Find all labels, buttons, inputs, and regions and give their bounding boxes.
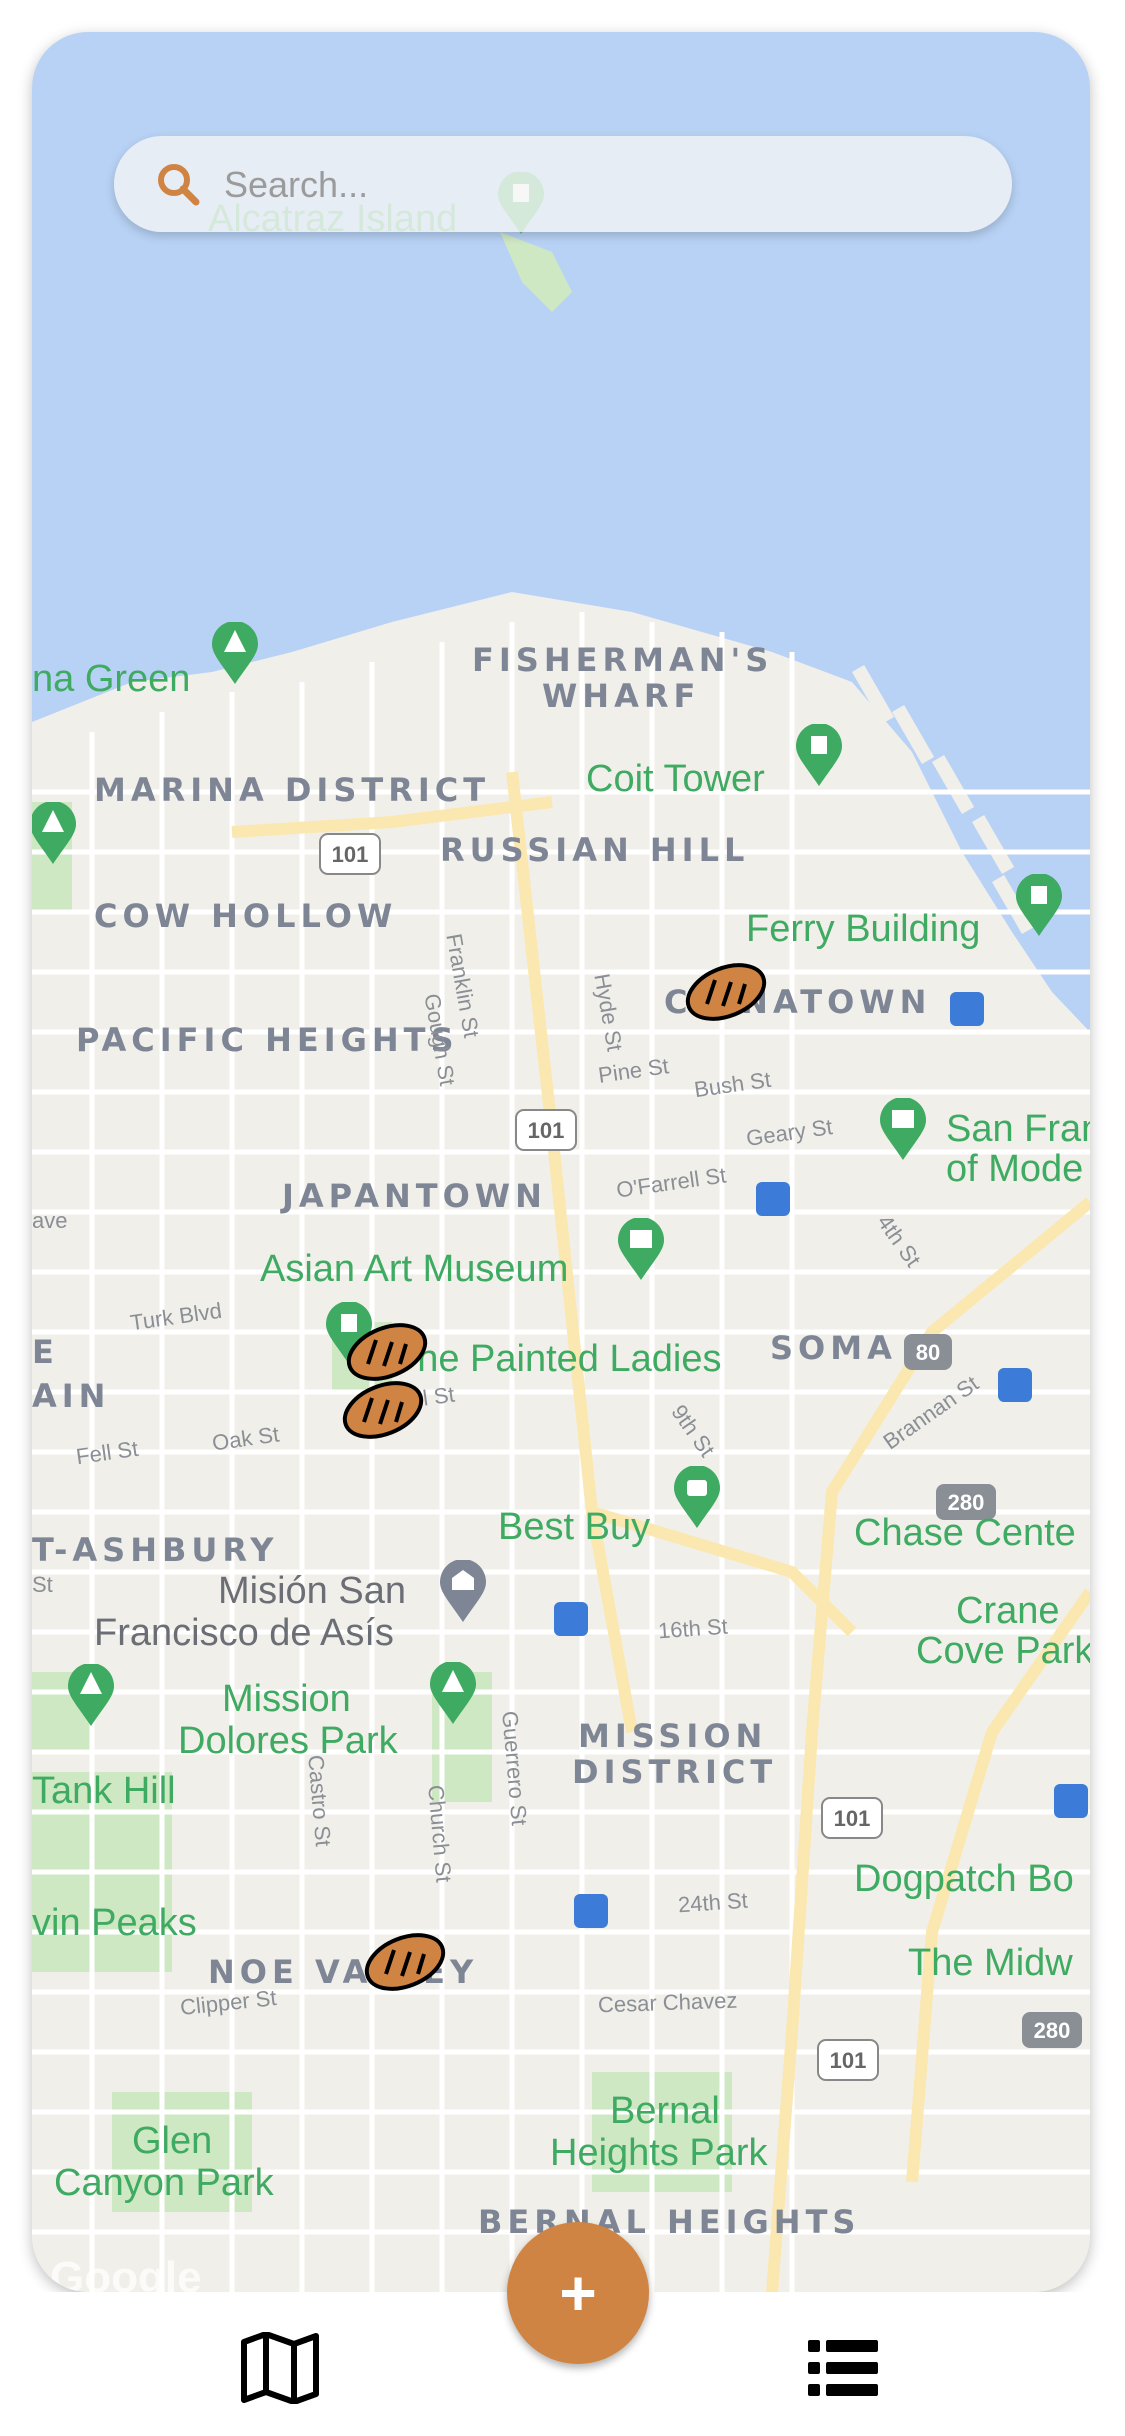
poi-label-sfmoma-1[interactable]: San Fran [946,1110,1090,1148]
district-label-soma: SOMA [770,1329,897,1367]
poi-label-best-buy[interactable]: Best Buy [498,1508,650,1546]
bakery-marker-icon[interactable] [362,1932,448,1992]
tank-hill-tree-icon[interactable] [66,1664,116,1728]
district-label-mission-2: DISTRICT [572,1753,778,1791]
poi-label-painted-ladies[interactable]: The Painted Ladies [394,1340,721,1378]
poi-label-twin-peaks[interactable]: vin Peaks [32,1904,197,1942]
coit-tower-pin-icon[interactable] [794,724,844,788]
poi-label-mission-dolores-2[interactable]: Dolores Park [178,1722,398,1760]
transit-icon-market[interactable] [756,1182,790,1216]
map-view[interactable]: 101 101 101 101 80 280 280 FISHERMAN'S W… [32,32,1090,2292]
transit-icon-soma[interactable] [998,1368,1032,1402]
poi-label-mission-san-2[interactable]: Francisco de Asís [94,1614,394,1652]
plus-icon: + [559,2257,597,2329]
bakery-marker-icon[interactable] [340,1380,426,1440]
asian-art-pin-icon[interactable] [616,1218,666,1282]
map-icon[interactable] [240,2332,320,2404]
district-label-fishermans-wharf-2: WHARF [542,677,701,715]
svg-text:101: 101 [834,1806,871,1831]
svg-text:101: 101 [528,1118,565,1143]
district-label-haight: T-ASHBURY [32,1531,279,1569]
district-label-fishermans-wharf: FISHERMAN'S [472,641,774,679]
ferry-building-pin-icon[interactable] [1014,874,1064,938]
poi-label-mission-dolores-1[interactable]: Mission [222,1680,351,1718]
svg-text:280: 280 [1034,2018,1071,2043]
poi-label-bernal-park-1[interactable]: Bernal [610,2092,720,2130]
district-label-pacific-heights: PACIFIC HEIGHTS [76,1021,459,1059]
street-label-ave: ave [32,1208,68,1233]
search-icon [158,164,200,206]
poi-label-asian-art[interactable]: Asian Art Museum [260,1250,568,1288]
poi-label-dogpatch[interactable]: Dogpatch Bo [854,1860,1074,1898]
poi-label-glen-canyon-1[interactable]: Glen [132,2122,212,2160]
google-attribution: Google [50,2253,202,2293]
transit-icon-dogpatch[interactable] [1054,1784,1088,1818]
poi-label-bernal-park-2[interactable]: Heights Park [550,2134,768,2172]
street-label-16th: 16th St [657,1613,729,1644]
best-buy-pin-icon[interactable] [672,1466,722,1530]
mission-dolores-tree-icon[interactable] [428,1662,478,1726]
bakery-marker-icon[interactable] [344,1322,430,1382]
district-label-bernal: BERNAL HEIGHTS [478,2203,861,2241]
marina-green-tree-icon[interactable] [210,622,260,686]
poi-label-mission-san-1[interactable]: Misión San [218,1572,406,1610]
street-label-24th: 24th St [677,1887,749,1918]
district-label-cow-hollow: COW HOLLOW [94,897,398,935]
svg-text:101: 101 [830,2048,867,2073]
transit-icon-chinatown[interactable] [950,992,984,1026]
search-bar[interactable] [114,136,1012,232]
district-label-russian-hill: RUSSIAN HILL [440,831,750,869]
transit-icon-16th[interactable] [554,1602,588,1636]
poi-label-glen-canyon-2[interactable]: Canyon Park [54,2164,274,2202]
poi-label-crane-cove-2[interactable]: Cove Park [916,1632,1090,1670]
tree-icon-left[interactable] [32,802,78,866]
search-input[interactable] [222,154,966,216]
list-icon[interactable] [808,2340,878,2396]
poi-label-the-midway[interactable]: The Midw [908,1944,1073,1982]
poi-label-tank-hill[interactable]: Tank Hill [32,1772,176,1810]
street-label-st: St [32,1572,53,1597]
poi-label-marina-green[interactable]: na Green [32,660,190,698]
poi-label-ferry-building[interactable]: Ferry Building [746,910,980,948]
district-label-western-addition-e: E [32,1333,59,1371]
mission-san-pin-icon[interactable] [438,1560,488,1624]
shield-101-text: 101 [332,842,369,867]
transit-icon-24th[interactable] [574,1894,608,1928]
street-label-cesar-chavez: Cesar Chavez [597,1987,738,2018]
district-label-mission: MISSION [578,1717,768,1755]
district-label-marina: MARINA DISTRICT [94,771,491,809]
svg-text:80: 80 [916,1340,940,1365]
add-button[interactable]: + [507,2222,649,2364]
poi-label-coit-tower[interactable]: Coit Tower [586,760,765,798]
district-label-western-addition: AIN [32,1377,111,1415]
bakery-marker-icon[interactable] [683,962,769,1022]
district-label-japantown: JAPANTOWN [282,1177,547,1215]
poi-label-chase-center[interactable]: Chase Cente [854,1514,1076,1552]
poi-label-crane-cove-1[interactable]: Crane [956,1592,1060,1630]
sfmoma-pin-icon[interactable] [878,1098,928,1162]
poi-label-sfmoma-2[interactable]: of Mode [946,1150,1083,1188]
